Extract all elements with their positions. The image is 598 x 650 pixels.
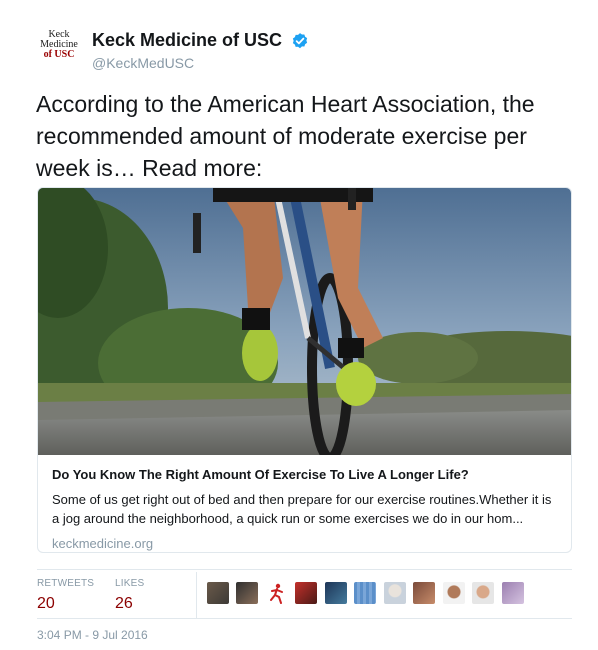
tweet-text: According to the American Heart Associat…: [36, 91, 535, 181]
liker-avatar[interactable]: [354, 582, 377, 604]
account-avatar[interactable]: Keck Medicine of USC: [36, 30, 82, 70]
stats-top-divider: [37, 569, 572, 570]
engagement-stats: RETWEETS 20 LIKES 26: [37, 572, 572, 618]
liker-avatar[interactable]: [295, 582, 318, 604]
tweet-header: Keck Medicine of USC Keck Medicine of US…: [36, 28, 566, 72]
tweet-timestamp[interactable]: 3:04 PM - 9 Jul 2016: [37, 628, 148, 642]
liker-avatar[interactable]: [383, 582, 406, 604]
display-name[interactable]: Keck Medicine of USC: [92, 30, 282, 51]
liker-avatar[interactable]: [324, 582, 347, 604]
card-description: Some of us get right out of bed and then…: [52, 492, 552, 526]
retweets-count: 20: [37, 595, 55, 612]
account-names: Keck Medicine of USC @KeckMedUSC: [92, 30, 309, 71]
logo-line-3: of USC: [43, 49, 75, 60]
likes-count: 26: [115, 595, 133, 612]
liker-avatar[interactable]: [236, 582, 259, 604]
stats-separator: [196, 572, 197, 618]
likes-stat[interactable]: LIKES 26: [115, 578, 144, 613]
card-title[interactable]: Do You Know The Right Amount Of Exercise…: [52, 466, 562, 484]
retweets-label: RETWEETS: [37, 578, 95, 589]
liker-avatar[interactable]: [265, 582, 288, 604]
link-card[interactable]: Do You Know The Right Amount Of Exercise…: [37, 187, 572, 553]
verified-badge-icon: [292, 32, 307, 48]
liker-avatar[interactable]: [501, 582, 524, 604]
card-domain[interactable]: keckmedicine.org: [52, 536, 562, 551]
liker-avatar[interactable]: [207, 582, 229, 604]
card-body: Do You Know The Right Amount Of Exercise…: [52, 466, 562, 551]
liker-avatar[interactable]: [413, 582, 436, 604]
likes-label: LIKES: [115, 578, 145, 589]
liker-avatar[interactable]: [472, 582, 495, 604]
card-image[interactable]: [38, 188, 571, 455]
liker-avatar[interactable]: [442, 582, 465, 604]
account-handle[interactable]: @KeckMedUSC: [92, 55, 309, 71]
stats-bottom-divider: [37, 618, 572, 619]
liker-avatars: [207, 582, 527, 606]
retweets-stat[interactable]: RETWEETS 20: [37, 578, 94, 613]
